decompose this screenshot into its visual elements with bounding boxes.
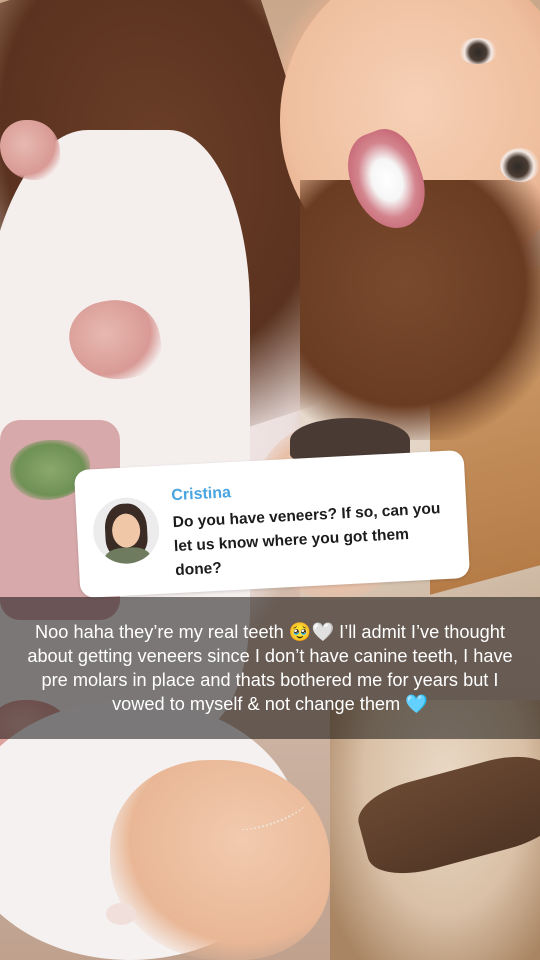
hand [110,760,330,960]
avatar [91,495,161,566]
question-author-name: Cristina [170,484,232,505]
question-sticker[interactable]: Cristina Do you have veneers? If so, can… [73,449,471,599]
caption-text: Noo haha they’re my real teeth 🥹🤍 I’ll a… [27,622,513,714]
fingernail [106,903,136,925]
eye [500,148,540,182]
caption-bar: Noo haha they’re my real teeth 🥹🤍 I’ll a… [0,597,540,739]
hair-strands [300,180,540,440]
question-text: Do you have veneers? If so, can you let … [172,500,441,580]
eye [458,38,498,64]
